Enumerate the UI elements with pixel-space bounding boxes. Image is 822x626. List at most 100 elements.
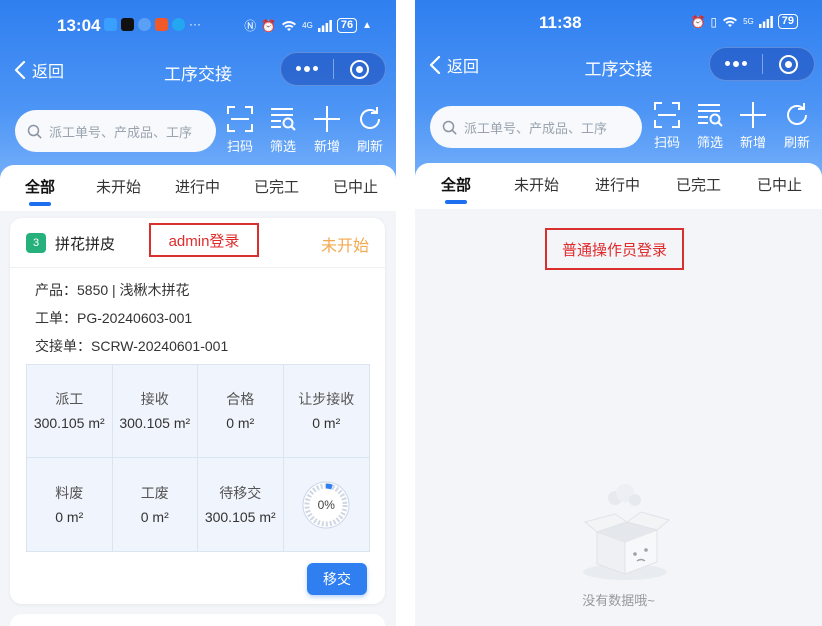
network-type: 5G bbox=[743, 16, 754, 26]
transfer-button[interactable]: 移交 bbox=[307, 563, 367, 595]
tab-terminated[interactable]: 已中止 bbox=[757, 174, 802, 195]
nav-bar: 返回 工序交接 bbox=[0, 48, 396, 92]
refresh-label: 刷新 bbox=[356, 139, 383, 154]
progress-ring: 0% bbox=[300, 479, 352, 531]
refresh-button[interactable]: 刷新 bbox=[351, 104, 389, 155]
card-index-badge: 3 bbox=[26, 233, 46, 253]
filter-icon bbox=[698, 104, 723, 127]
tiktok-notification-icon bbox=[121, 17, 134, 31]
nfc-icon: Ⓝ bbox=[244, 19, 257, 33]
status-indicators: Ⓝ ⏰ 4G 76 ▲ bbox=[244, 17, 372, 34]
tab-in-progress[interactable]: 进行中 bbox=[175, 176, 220, 197]
refresh-button[interactable]: 刷新 bbox=[778, 100, 816, 151]
search-input[interactable]: 派工单号、产成品、工序 bbox=[430, 106, 642, 148]
stat-concession-accepted: 让步接收 0 m² bbox=[283, 365, 369, 458]
status-tabs: 全部 未开始 进行中 已完工 已中止 bbox=[415, 163, 822, 209]
stat-qualified: 合格 0 m² bbox=[198, 365, 284, 458]
add-label: 新增 bbox=[313, 139, 340, 154]
search-icon bbox=[27, 124, 42, 138]
filter-label: 筛选 bbox=[269, 139, 296, 154]
tab-terminated[interactable]: 已中止 bbox=[333, 176, 378, 197]
work-order-info: 工单：PG-20240603-001 bbox=[35, 310, 193, 326]
app-notification-icon bbox=[138, 17, 151, 31]
more-icon bbox=[724, 61, 747, 67]
plus-icon bbox=[740, 102, 766, 128]
more-icon bbox=[295, 66, 318, 72]
status-indicators: ⏰ ▯ 5G 79 bbox=[691, 14, 798, 29]
left-screen: 13:04 ··· Ⓝ ⏰ 4G 76 ▲ 返回 工序交接 派工单号、产成品、工… bbox=[0, 0, 396, 626]
search-toolbar: 派工单号、产成品、工序 扫码 筛选 新增 刷新 bbox=[415, 100, 822, 156]
network-type: 4G bbox=[302, 20, 313, 30]
charging-icon: ▲ bbox=[362, 20, 372, 31]
battery-level: 79 bbox=[777, 14, 798, 29]
tab-all[interactable]: 全部 bbox=[441, 174, 471, 204]
status-time: 11:38 bbox=[539, 13, 582, 32]
scan-icon bbox=[654, 102, 680, 128]
scan-button[interactable]: 扫码 bbox=[221, 104, 259, 155]
mini-program-capsule bbox=[280, 52, 386, 86]
search-toolbar: 派工单号、产成品、工序 扫码 筛选 新增 刷新 bbox=[0, 104, 396, 160]
search-icon bbox=[442, 120, 457, 134]
handover-card[interactable]: 3 拼花拼皮 未开始 产品：5850 | 浅楸木拼花 工单：PG-2024060… bbox=[10, 218, 385, 604]
status-tabs: 全部 未开始 进行中 已完工 已中止 bbox=[0, 165, 396, 211]
status-bar: 11:38 ⏰ ▯ 5G 79 bbox=[415, 0, 822, 48]
scan-icon bbox=[227, 106, 253, 132]
refresh-icon bbox=[787, 103, 807, 125]
scan-label: 扫码 bbox=[226, 139, 253, 154]
next-card-partial[interactable] bbox=[10, 614, 385, 626]
product-info: 产品：5850 | 浅楸木拼花 bbox=[35, 282, 190, 298]
notification-icons: ··· bbox=[104, 17, 201, 31]
filter-label: 筛选 bbox=[696, 135, 723, 150]
annotation-label: 普通操作员登录 bbox=[545, 228, 684, 270]
plus-icon bbox=[314, 106, 340, 132]
alarm-icon: ⏰ bbox=[261, 18, 277, 33]
empty-state-text: 没有数据哦~ bbox=[582, 593, 655, 608]
empty-box-icon bbox=[583, 484, 671, 580]
close-mini-program-button[interactable] bbox=[763, 48, 815, 80]
progress-percent: 0% bbox=[317, 497, 335, 512]
annotation-label: admin登录 bbox=[149, 223, 259, 257]
battery-level: 76 bbox=[336, 18, 358, 33]
scan-button[interactable]: 扫码 bbox=[648, 100, 686, 151]
progress-cell: 0% bbox=[283, 458, 369, 551]
status-badge: 未开始 bbox=[320, 238, 369, 255]
close-mini-program-button[interactable] bbox=[334, 53, 386, 85]
stat-dispatched: 派工 300.105 m² bbox=[27, 365, 113, 458]
add-button[interactable]: 新增 bbox=[734, 100, 772, 151]
alarm-icon: ⏰ bbox=[690, 14, 706, 29]
search-input[interactable]: 派工单号、产成品、工序 bbox=[15, 110, 216, 152]
stat-material-scrap: 料废 0 m² bbox=[27, 458, 113, 551]
stat-pending-transfer: 待移交 300.105 m² bbox=[198, 458, 284, 551]
tab-not-started[interactable]: 未开始 bbox=[514, 174, 559, 195]
right-screen: 11:38 ⏰ ▯ 5G 79 返回 工序交接 派工单号、产成品、工序 扫码 筛… bbox=[415, 0, 822, 626]
app-notification-icon bbox=[104, 17, 117, 31]
scan-label: 扫码 bbox=[653, 135, 680, 150]
tab-completed[interactable]: 已完工 bbox=[676, 174, 721, 195]
add-button[interactable]: 新增 bbox=[308, 104, 346, 155]
stat-received: 接收 300.105 m² bbox=[112, 365, 198, 458]
wifi-icon bbox=[723, 16, 738, 27]
tab-all[interactable]: 全部 bbox=[25, 176, 55, 206]
filter-button[interactable]: 筛选 bbox=[691, 100, 729, 151]
tab-in-progress[interactable]: 进行中 bbox=[595, 174, 640, 195]
target-icon bbox=[349, 59, 369, 79]
handover-number-info: 交接单：SCRW-20240601-001 bbox=[35, 338, 229, 354]
signal-icon bbox=[758, 15, 773, 28]
filter-button[interactable]: 筛选 bbox=[264, 104, 302, 155]
mini-program-capsule bbox=[709, 47, 815, 81]
more-menu-button[interactable] bbox=[710, 48, 762, 80]
wifi-icon bbox=[282, 20, 297, 31]
more-menu-button[interactable] bbox=[281, 53, 333, 85]
stats-grid: 派工 300.105 m² 接收 300.105 m² 合格 0 m² 让步接收… bbox=[26, 364, 370, 552]
status-time: 13:04 bbox=[57, 16, 101, 35]
nav-bar: 返回 工序交接 bbox=[415, 43, 822, 87]
vibrate-icon: ▯ bbox=[710, 14, 718, 29]
filter-icon bbox=[271, 108, 296, 131]
status-bar: 13:04 ··· Ⓝ ⏰ 4G 76 ▲ bbox=[0, 0, 396, 48]
tab-not-started[interactable]: 未开始 bbox=[96, 176, 141, 197]
more-notifications-icon: ··· bbox=[189, 17, 201, 31]
signal-icon bbox=[317, 19, 332, 32]
process-name: 拼花拼皮 bbox=[55, 236, 116, 253]
tab-completed[interactable]: 已完工 bbox=[254, 176, 299, 197]
target-icon bbox=[778, 54, 798, 74]
